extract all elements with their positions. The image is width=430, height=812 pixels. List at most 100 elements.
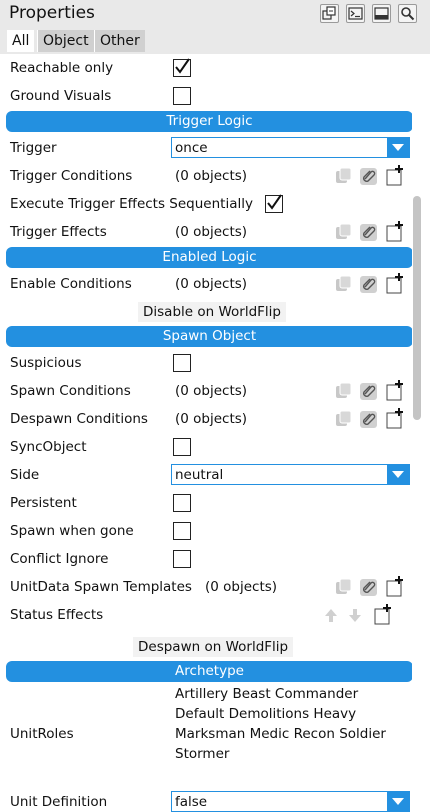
despawn-on-worldflip-button[interactable]: Despawn on WorldFlip [133, 637, 294, 657]
tab-all[interactable]: All [7, 30, 35, 52]
property-execute-trigger-effects-sequentially: Execute Trigger Effects Sequentially [0, 190, 410, 218]
copy-windows-icon [322, 6, 336, 20]
add-new-icon[interactable] [385, 165, 405, 187]
search-icon [401, 7, 415, 21]
property-despawn-conditions: Despawn Conditions (0 objects) [0, 405, 410, 433]
suspicious-checkbox[interactable] [173, 354, 191, 372]
tab-other[interactable]: Other [94, 30, 145, 52]
paperclip-icon[interactable] [359, 576, 379, 598]
trigger-dropdown-value: once [175, 140, 208, 156]
persistent-checkbox[interactable] [173, 494, 191, 512]
reachable-only-checkbox[interactable] [173, 58, 191, 77]
copy-icon[interactable] [334, 576, 354, 598]
object-list-actions [334, 380, 406, 402]
copy-icon[interactable] [334, 380, 354, 402]
copy-icon[interactable] [334, 408, 354, 430]
arrow-down-icon[interactable] [346, 604, 364, 626]
property-status-effects: Status Effects [0, 601, 410, 629]
console-button[interactable] [346, 4, 365, 23]
checkmark-icon [175, 58, 190, 74]
object-list-actions [334, 576, 406, 598]
tab-object[interactable]: Object [37, 30, 94, 52]
spawn-when-gone-checkbox[interactable] [173, 522, 191, 540]
property-spawn-when-gone: Spawn when gone [0, 517, 410, 545]
unit-roles-line: Stormer [175, 746, 230, 762]
side-dropdown[interactable]: neutral [171, 464, 410, 485]
copy-icon[interactable] [334, 273, 354, 295]
search-button[interactable] [398, 4, 417, 23]
add-new-icon[interactable] [385, 380, 405, 402]
unit-definition-dropdown-value: false [175, 794, 208, 810]
add-new-icon[interactable] [385, 408, 405, 430]
property-label: Reachable only [10, 60, 114, 76]
property-label: Enable Conditions [10, 276, 132, 292]
execute-sequentially-checkbox[interactable] [265, 194, 283, 213]
arrow-up-icon[interactable] [322, 604, 340, 626]
property-value: (0 objects) [175, 276, 248, 292]
property-label: Trigger Conditions [10, 168, 133, 184]
property-label: Spawn when gone [10, 523, 134, 539]
sync-object-checkbox[interactable] [173, 438, 191, 456]
section-header-enabled-logic[interactable]: Enabled Logic [6, 247, 413, 268]
property-label: UnitData Spawn Templates [10, 579, 192, 595]
chevron-down-icon[interactable] [387, 138, 409, 157]
property-conflict-ignore: Conflict Ignore [0, 545, 410, 573]
property-trigger-effects: Trigger Effects (0 objects) [0, 218, 410, 246]
side-dropdown-value: neutral [175, 467, 224, 483]
section-header-trigger-logic[interactable]: Trigger Logic [6, 111, 413, 132]
conflict-ignore-checkbox[interactable] [173, 550, 191, 568]
unit-definition-dropdown[interactable]: false [171, 791, 410, 812]
property-value: (0 objects) [175, 168, 248, 184]
property-unit-definition: Unit Definition false [0, 788, 410, 812]
ground-visuals-checkbox[interactable] [173, 87, 191, 105]
property-enable-conditions: Enable Conditions (0 objects) [0, 270, 410, 298]
paperclip-icon[interactable] [359, 273, 379, 295]
property-label: Trigger Effects [10, 224, 107, 240]
section-header-spawn-object[interactable]: Spawn Object [6, 326, 413, 347]
property-value: (0 objects) [175, 383, 248, 399]
dock-button[interactable] [372, 4, 391, 23]
unit-roles-list[interactable]: Artillery Beast Commander Default Demoli… [175, 684, 407, 764]
property-label: Despawn Conditions [10, 411, 148, 427]
property-label: Suspicious [10, 355, 82, 371]
property-suspicious: Suspicious [0, 349, 410, 377]
property-label: Ground Visuals [10, 88, 112, 104]
add-new-icon[interactable] [385, 576, 405, 598]
status-effects-actions [322, 604, 394, 626]
unit-roles-line: Marksman Medic Recon Soldier [175, 726, 386, 742]
add-new-icon[interactable] [385, 221, 405, 243]
dock-icon [374, 7, 389, 20]
panel-titlebar: Properties [0, 0, 430, 30]
paperclip-icon[interactable] [359, 408, 379, 430]
copy-icon[interactable] [334, 221, 354, 243]
scrollbar-track[interactable] [412, 54, 430, 812]
property-trigger-conditions: Trigger Conditions (0 objects) [0, 162, 410, 190]
unit-roles-line: Default Demolitions Heavy [175, 706, 357, 722]
section-header-archetype[interactable]: Archetype [6, 661, 413, 682]
trigger-dropdown[interactable]: once [171, 137, 410, 158]
add-new-icon[interactable] [373, 604, 393, 626]
properties-list: Reachable only Ground Visuals Trigger Lo… [0, 54, 413, 812]
property-label: Persistent [10, 495, 77, 511]
property-label: Side [10, 467, 40, 483]
property-label: SyncObject [10, 439, 87, 455]
panel-title: Properties [9, 3, 95, 23]
add-new-icon[interactable] [385, 273, 405, 295]
disable-on-worldflip-button[interactable]: Disable on WorldFlip [138, 302, 286, 322]
property-label: Unit Definition [10, 794, 108, 810]
paperclip-icon[interactable] [359, 221, 379, 243]
property-unitdata-spawn-templates: UnitData Spawn Templates (0 objects) [0, 573, 410, 601]
chevron-down-icon[interactable] [387, 792, 409, 811]
paperclip-icon[interactable] [359, 165, 379, 187]
unit-roles-line: Artillery Beast Commander [175, 686, 359, 702]
checkmark-icon [267, 194, 282, 210]
property-value: (0 objects) [175, 411, 248, 427]
property-persistent: Persistent [0, 489, 410, 517]
chevron-down-icon[interactable] [387, 465, 409, 484]
property-side: Side neutral [0, 461, 410, 489]
copy-windows-button[interactable] [320, 4, 339, 23]
scrollbar-thumb[interactable] [413, 196, 421, 420]
property-label: Status Effects [10, 607, 104, 623]
paperclip-icon[interactable] [359, 380, 379, 402]
copy-icon[interactable] [334, 165, 354, 187]
